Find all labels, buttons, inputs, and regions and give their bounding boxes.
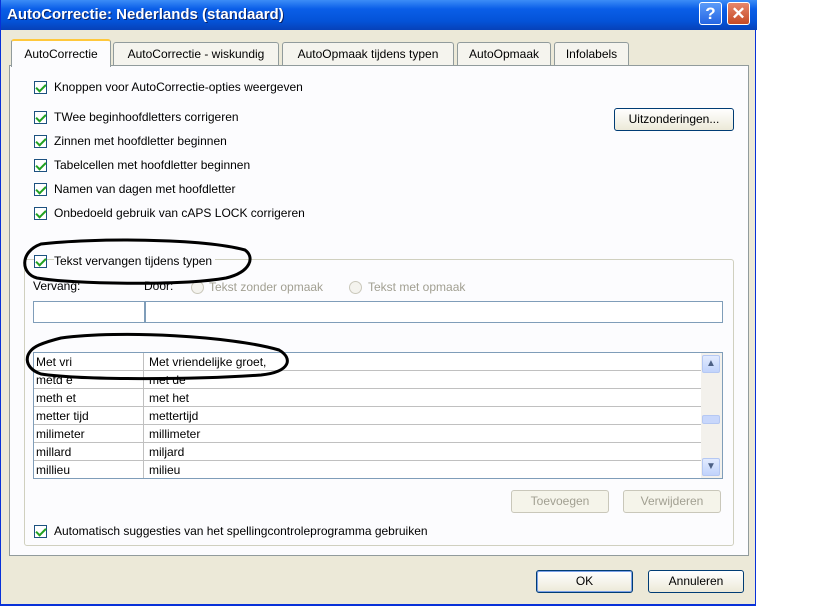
entry-from: milimeter xyxy=(36,427,85,441)
entry-from: millard xyxy=(36,445,72,459)
entry-from: Met vri xyxy=(36,355,72,369)
table-cells-caps-checkbox[interactable] xyxy=(34,159,47,172)
scroll-down-icon[interactable]: ▼ xyxy=(702,458,720,476)
entry-from: meth et xyxy=(36,391,77,405)
entry-to: Met vriendelijke groet, xyxy=(149,355,267,369)
tab-smart-tags[interactable]: Infolabels xyxy=(554,42,629,65)
entry-to: mettertijd xyxy=(149,409,199,423)
list-item[interactable]: meth et met het xyxy=(34,389,701,407)
entry-to: milieu xyxy=(149,463,181,477)
entry-from: millieu xyxy=(36,463,71,477)
title-bar[interactable]: AutoCorrectie: Nederlands (standaard) ? … xyxy=(1,0,757,30)
show-buttons-checkbox[interactable] xyxy=(34,81,47,94)
entry-to: millimeter xyxy=(149,427,201,441)
exceptions-button[interactable]: Uitzonderingen... xyxy=(614,108,734,131)
close-icon[interactable]: ✕ xyxy=(727,2,750,25)
window-title: AutoCorrectie: Nederlands (standaard) xyxy=(7,6,284,23)
sentence-caps-checkbox[interactable] xyxy=(34,135,47,148)
formatted-text-radio-label: Tekst met opmaak xyxy=(368,280,466,294)
caps-lock-checkbox[interactable] xyxy=(34,207,47,220)
entry-to: met de xyxy=(149,373,186,387)
list-item[interactable]: metter tijd mettertijd xyxy=(34,407,701,425)
tab-autoformat[interactable]: AutoOpmaak xyxy=(457,42,551,65)
tab-autocorrect[interactable]: AutoCorrectie xyxy=(11,39,111,67)
two-initial-caps-checkbox[interactable] xyxy=(34,111,47,124)
replace-input[interactable] xyxy=(33,301,145,323)
plain-text-radio[interactable] xyxy=(191,281,204,294)
list-item[interactable]: Met vri Met vriendelijke groet, xyxy=(34,353,701,371)
sentence-caps-label: Zinnen met hoofdletter beginnen xyxy=(54,134,227,148)
delete-button[interactable]: Verwijderen xyxy=(623,490,721,513)
scroll-thumb[interactable] xyxy=(702,415,720,424)
autocorrect-entries-list[interactable]: Met vri Met vriendelijke groet, metd e met… xyxy=(33,352,723,479)
formatted-text-radio[interactable] xyxy=(349,281,362,294)
list-item[interactable]: millieu milieu xyxy=(34,461,701,478)
scroll-up-icon[interactable]: ▲ xyxy=(702,355,720,373)
list-item[interactable]: metd e met de xyxy=(34,371,701,389)
help-icon[interactable]: ? xyxy=(699,2,722,25)
replace-text-checkbox[interactable] xyxy=(34,255,47,268)
entry-from: metd e xyxy=(36,373,73,387)
add-button[interactable]: Toevoegen xyxy=(511,490,609,513)
two-initial-caps-label: TWee beginhoofdletters corrigeren xyxy=(54,110,239,124)
autocorrect-dialog: AutoCorrectie: Nederlands (standaard) ? … xyxy=(0,0,757,606)
ok-button[interactable]: OK xyxy=(536,570,633,593)
day-names-caps-label: Namen van dagen met hoofdletter xyxy=(54,182,236,196)
entry-to: met het xyxy=(149,391,190,405)
with-input[interactable] xyxy=(145,301,723,323)
list-item[interactable]: millard miljard xyxy=(34,443,701,461)
entry-to: miljard xyxy=(149,445,185,459)
with-field-label: Door: xyxy=(144,279,174,293)
replace-field-label: Vervang: xyxy=(33,279,81,293)
table-cells-caps-label: Tabelcellen met hoofdletter beginnen xyxy=(54,158,251,172)
plain-text-radio-label: Tekst zonder opmaak xyxy=(209,280,324,294)
list-scrollbar[interactable]: ▲ ▼ xyxy=(701,353,722,478)
tab-autocorrect-math[interactable]: AutoCorrectie - wiskundig xyxy=(113,42,279,65)
cancel-button[interactable]: Annuleren xyxy=(648,570,744,593)
tab-autoformat-typing[interactable]: AutoOpmaak tijdens typen xyxy=(282,42,454,65)
list-item[interactable]: milimeter millimeter xyxy=(34,425,701,443)
show-buttons-label: Knoppen voor AutoCorrectie-opties weerge… xyxy=(54,80,303,94)
auto-suggest-checkbox[interactable] xyxy=(34,525,47,538)
day-names-caps-checkbox[interactable] xyxy=(34,183,47,196)
auto-suggest-label: Automatisch suggesties van het spellingc… xyxy=(54,524,428,538)
caps-lock-label: Onbedoeld gebruik van cAPS LOCK corriger… xyxy=(54,206,305,220)
replace-text-label: Tekst vervangen tijdens typen xyxy=(54,254,216,268)
entry-from: metter tijd xyxy=(36,409,89,423)
